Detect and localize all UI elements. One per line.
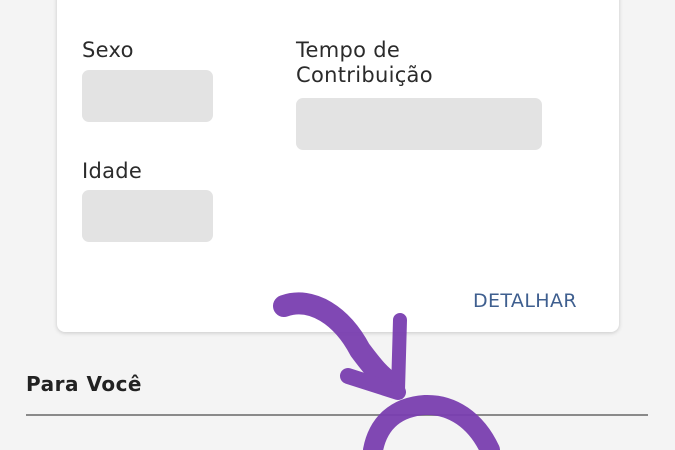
section-divider — [26, 414, 648, 416]
idade-value-field — [82, 190, 213, 242]
arrow-loop — [363, 395, 500, 450]
tempo-contribuicao-label: Tempo de Contribuição — [296, 38, 433, 87]
section-title-para-voce: Para Você — [26, 372, 142, 396]
idade-label: Idade — [82, 159, 143, 183]
summary-card: Sexo Tempo de Contribuição Idade DETALHA… — [57, 0, 619, 332]
detalhar-button[interactable]: DETALHAR — [473, 290, 577, 312]
sexo-value-field — [82, 70, 213, 122]
arrow-head-horizontal — [340, 368, 406, 400]
sexo-label: Sexo — [82, 38, 134, 62]
tempo-contribuicao-value-field — [296, 98, 542, 150]
